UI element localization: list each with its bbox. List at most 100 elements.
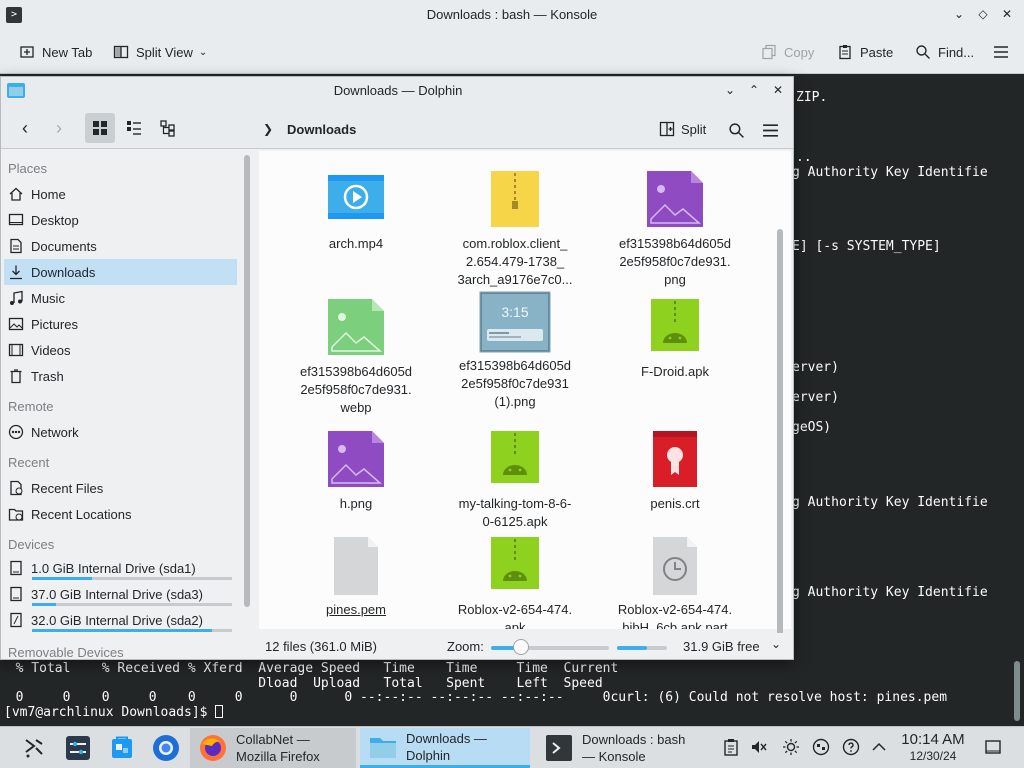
sidebar-item-trash[interactable]: Trash	[4, 363, 237, 389]
zoom-slider-handle[interactable]	[512, 639, 529, 655]
clipboard-tray-button[interactable]	[720, 736, 742, 758]
shell-prompt[interactable]: [vm7@archlinux Downloads]$	[4, 705, 224, 720]
clock-time[interactable]: 10:14 AM	[896, 731, 970, 748]
sidebar-scrollbar[interactable]	[244, 155, 250, 635]
scrollbar-thumb[interactable]	[1014, 661, 1020, 721]
split-button[interactable]: Split	[659, 121, 706, 137]
recent-locations-icon	[8, 506, 24, 522]
file-item[interactable]: ef315398b64d605d 2e5f958f0c7de931. webp	[276, 299, 436, 417]
chevron-up-icon	[872, 742, 886, 751]
tray-expander-button[interactable]	[868, 736, 890, 758]
find-button[interactable]: Find...	[914, 40, 974, 64]
volume-tray-button[interactable]	[748, 736, 770, 758]
chevron-left-icon: ‹	[22, 117, 28, 138]
konsole-titlebar[interactable]: > Downloads : bash — Konsole ⌄ ◇ ✕	[0, 0, 1024, 30]
clipboard-icon	[724, 739, 738, 756]
hamburger-menu-button[interactable]	[759, 119, 781, 141]
show-desktop-button[interactable]	[982, 736, 1004, 758]
breadcrumb[interactable]: Downloads	[287, 122, 356, 137]
terminal-line: g Authority Key Identifie	[792, 165, 988, 180]
file-item[interactable]: ef315398b64d605d 2e5f958f0c7de931. png	[595, 171, 755, 289]
minimize-icon[interactable]: ⌄	[950, 5, 968, 23]
task-label: Downloads —	[406, 730, 487, 746]
free-space-bar[interactable]	[617, 646, 667, 650]
file-item[interactable]: pines.pem	[276, 537, 436, 619]
updates-tray-button[interactable]	[840, 736, 862, 758]
scrollbar-thumb[interactable]	[777, 229, 783, 659]
file-view-scrollbar[interactable]	[777, 229, 783, 659]
file-item[interactable]: arch.mp4	[276, 171, 436, 253]
task-dolphin[interactable]: Downloads — Dolphin	[360, 728, 530, 768]
discover-button[interactable]	[106, 732, 138, 764]
new-tab-button[interactable]: New Tab	[18, 40, 92, 64]
sidebar-item-recent-locations[interactable]: Recent Locations	[4, 501, 237, 527]
curl-header-2: Dload Upload Total Spent Left Speed	[0, 676, 603, 691]
compact-view-button[interactable]	[119, 113, 149, 143]
sidebar-item-desktop[interactable]: Desktop	[4, 207, 237, 233]
maximize-icon[interactable]: ⌃	[745, 81, 763, 99]
network-tray-button[interactable]	[810, 736, 832, 758]
task-firefox[interactable]: CollabNet — Mozilla Firefox	[190, 728, 356, 768]
split-view-icon	[112, 43, 130, 61]
file-item[interactable]: penis.crt	[595, 431, 755, 513]
sidebar-item-music[interactable]: Music	[4, 285, 237, 311]
dolphin-titlebar[interactable]: Downloads — Dolphin ⌄ ⌃ ✕	[1, 77, 793, 105]
file-item[interactable]: 3:15 ef315398b64d605d 2e5f958f0c7de931 (1)…	[435, 291, 595, 411]
forward-button[interactable]: ›	[45, 113, 73, 143]
sidebar-item-recent-files[interactable]: Recent Files	[4, 475, 237, 501]
maximize-icon[interactable]: ◇	[974, 5, 992, 23]
close-icon[interactable]: ✕	[769, 81, 787, 99]
minimize-icon[interactable]: ⌄	[721, 81, 739, 99]
sidebar-item-downloads[interactable]: Downloads	[4, 259, 237, 285]
back-button[interactable]: ‹	[11, 113, 39, 143]
file-item[interactable]: com.roblox.client_ 2.654.479-1738_ 3arch_a…	[435, 171, 595, 289]
application-launcher-button[interactable]	[18, 732, 50, 764]
grid-view-icon	[93, 121, 107, 135]
icons-view-button[interactable]	[85, 113, 115, 143]
close-icon[interactable]: ✕	[998, 5, 1016, 23]
file-item[interactable]: Roblox-v2-654-474. apk	[435, 537, 595, 629]
terminal-line: geOS)	[792, 420, 832, 435]
certificate-file-icon	[643, 431, 707, 491]
scrollbar-thumb[interactable]	[244, 155, 250, 607]
sidebar-item-home[interactable]: Home	[4, 181, 237, 207]
chevron-down-icon[interactable]: ⌄	[771, 637, 781, 651]
task-konsole[interactable]: Downloads : bash — Konsole	[536, 728, 704, 768]
sidebar-item-pictures[interactable]: Pictures	[4, 311, 237, 337]
sidebar-item-network[interactable]: Network	[4, 419, 237, 445]
music-icon	[8, 290, 24, 306]
blank-file-icon	[324, 537, 388, 597]
split-view-button[interactable]: Split View ⌄	[112, 40, 207, 64]
zoom-label: Zoom:	[447, 639, 484, 654]
file-item[interactable]: F-Droid.apk	[595, 299, 755, 381]
chromium-icon	[153, 735, 179, 761]
prompt-text: [vm7@archlinux Downloads]$	[4, 705, 216, 720]
pictures-icon	[8, 316, 24, 332]
sidebar-item-label: Music	[31, 290, 65, 306]
zoom-slider[interactable]	[491, 646, 609, 650]
file-name: Roblox-v2-654-474. bibH_6cb.apk.part	[617, 602, 733, 629]
sidebar-item-documents[interactable]: Documents	[4, 233, 237, 259]
file-view[interactable]: arch.mp4 com.roblox.client_ 2.654.479-173…	[259, 151, 791, 629]
terminal-scrollbar[interactable]	[1014, 136, 1020, 721]
hamburger-menu-button[interactable]	[992, 40, 1010, 64]
sidebar-item-videos[interactable]: Videos	[4, 337, 237, 363]
file-item[interactable]: h.png	[276, 431, 436, 513]
details-view-button[interactable]	[153, 113, 183, 143]
free-space-fill	[617, 646, 647, 650]
file-item[interactable]: my-talking-tom-8-6- 0-6125.apk	[435, 431, 595, 531]
file-item[interactable]: Roblox-v2-654-474. bibH_6cb.apk.part	[595, 537, 755, 629]
search-button[interactable]	[725, 119, 747, 141]
brightness-tray-button[interactable]	[780, 736, 802, 758]
terminal-line: erver)	[792, 360, 839, 375]
sidebar-item-label: Pictures	[31, 316, 78, 332]
recent-header: Recent	[8, 455, 50, 470]
chromium-button[interactable]	[150, 732, 182, 764]
chevron-right-icon[interactable]: ❯	[263, 122, 273, 136]
clock-date[interactable]: 12/30/24	[896, 749, 970, 763]
paste-button[interactable]: Paste	[836, 40, 893, 64]
file-name: F-Droid.apk	[641, 364, 709, 379]
sidebar-item-label: Network	[31, 424, 79, 440]
copy-button[interactable]: Copy	[760, 40, 814, 64]
system-settings-button[interactable]	[62, 732, 94, 764]
